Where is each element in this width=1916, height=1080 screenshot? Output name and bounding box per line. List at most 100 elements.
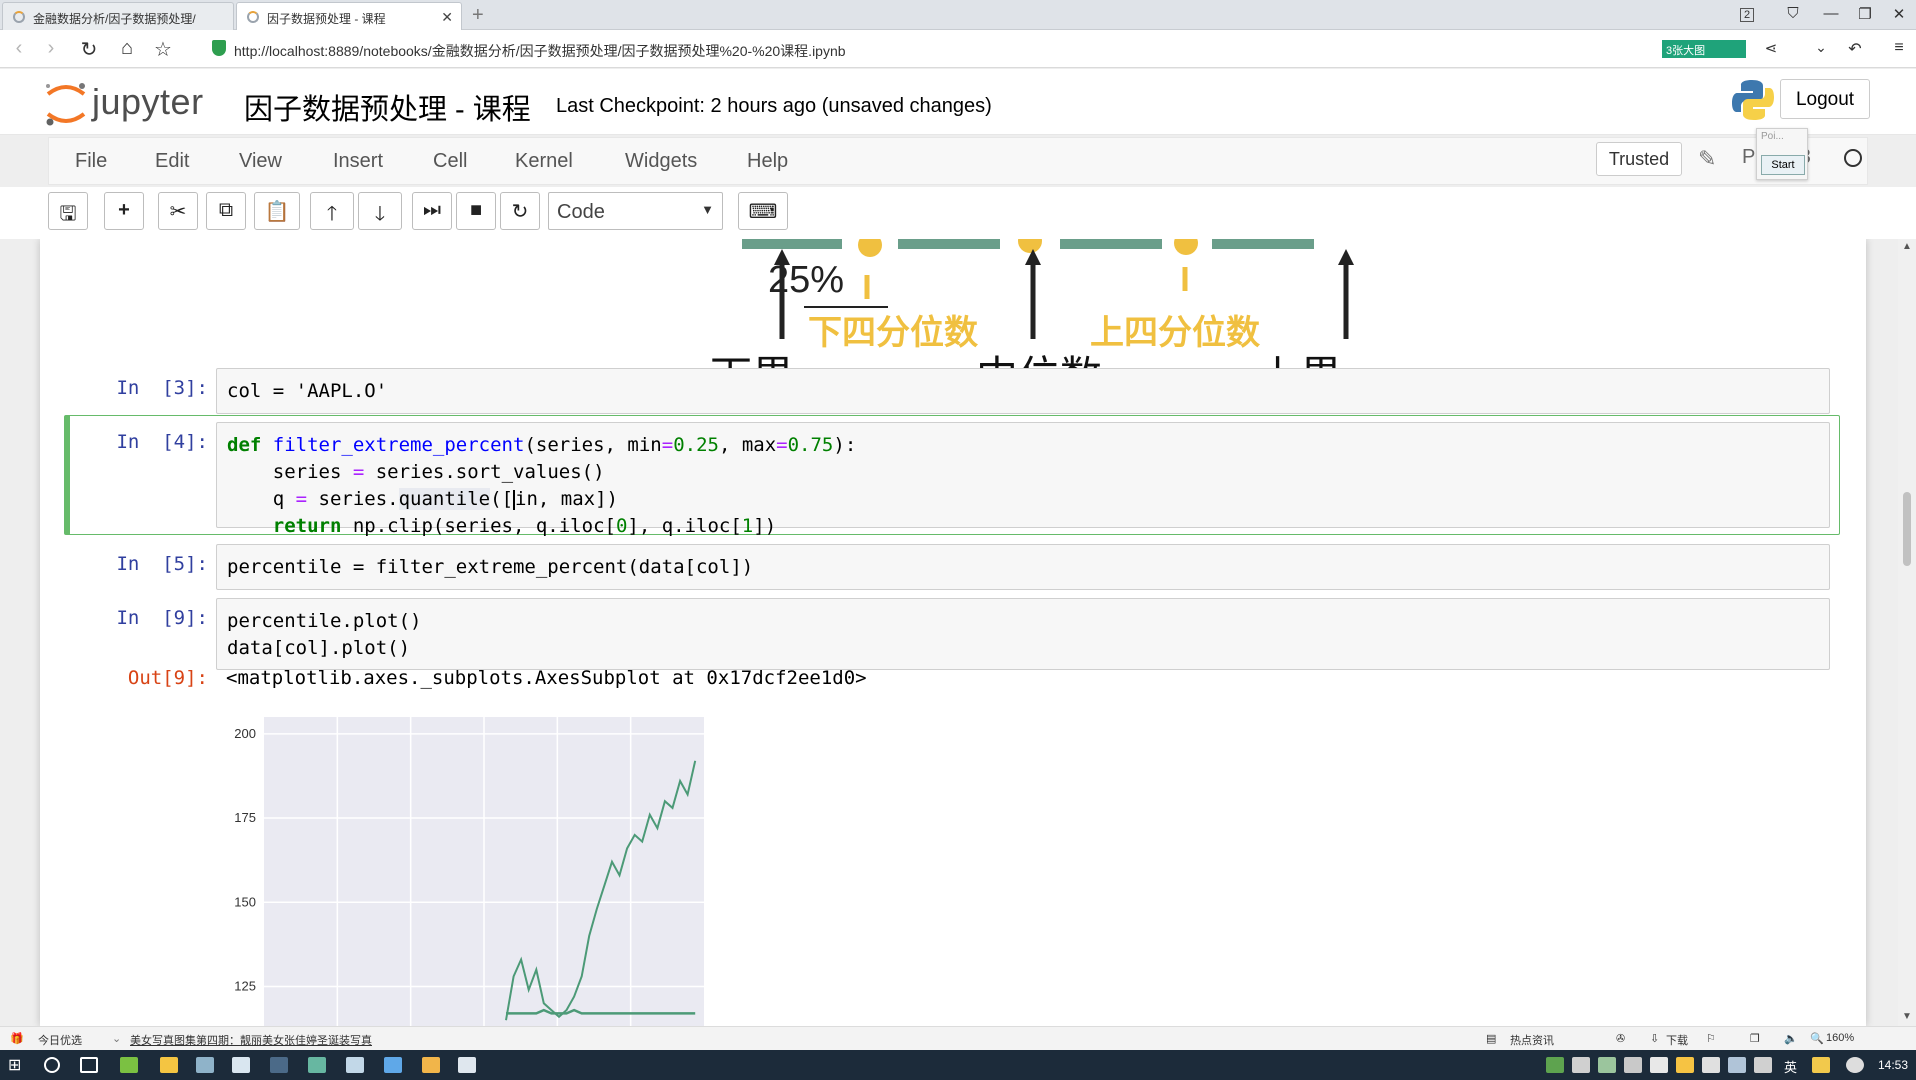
notebook-title[interactable]: 因子数据预处理 - 课程 [244, 86, 531, 128]
new-tab-icon[interactable]: + [472, 4, 484, 27]
keyboard-icon[interactable]: ⌨ [738, 192, 788, 230]
chevron-down-icon[interactable]: ⌄ [1808, 39, 1834, 56]
zoom-icon[interactable]: 🔍 [1810, 1032, 1824, 1045]
tray-icon[interactable] [1702, 1057, 1720, 1073]
menu-file[interactable]: File [75, 150, 107, 173]
code-cell-input[interactable]: def filter_extreme_percent(series, min=0… [216, 422, 1830, 537]
task-view-icon[interactable] [80, 1057, 98, 1073]
save-icon[interactable]: 🖫 [48, 192, 88, 230]
cell-type-select[interactable]: Code ▼ [548, 192, 723, 230]
tray-icon[interactable] [1846, 1057, 1864, 1073]
logout-button[interactable]: Logout [1780, 79, 1870, 119]
app-icon[interactable] [422, 1057, 440, 1073]
volume-icon[interactable] [1754, 1057, 1772, 1073]
download-icon[interactable]: ⇩ [1650, 1032, 1659, 1045]
image-badge[interactable]: 3张大图 [1662, 40, 1746, 58]
move-up-icon[interactable]: 🡑 [310, 192, 354, 230]
zoom-level[interactable]: 160% [1826, 1032, 1854, 1044]
python-logo [1732, 80, 1774, 120]
paste-icon[interactable]: 📋 [254, 192, 300, 230]
copy-icon[interactable]: ⧉ [206, 192, 246, 230]
download-label[interactable]: 下载 [1666, 1032, 1688, 1048]
menu-icon[interactable]: ≡ [1886, 39, 1912, 57]
browser-app-icon[interactable] [120, 1057, 138, 1073]
loading-icon [13, 11, 25, 23]
output-prompt: Out[9]: [127, 667, 208, 689]
app-icon[interactable] [270, 1057, 288, 1073]
trusted-indicator[interactable]: Trusted [1596, 142, 1682, 176]
cell-prompt: In [9]: [116, 607, 208, 629]
menu-view[interactable]: View [239, 150, 282, 173]
move-down-icon[interactable]: 🡓 [358, 192, 402, 230]
interrupt-icon[interactable]: ■ [456, 192, 496, 230]
url-field[interactable]: http://localhost:8889/notebooks/金融数据分析/因… [234, 41, 846, 61]
flag-icon[interactable]: ⚐ [1706, 1032, 1716, 1045]
today-picks[interactable]: 今日优选 [38, 1032, 82, 1048]
tray-icon[interactable] [1546, 1057, 1564, 1073]
box-segment [1060, 239, 1162, 249]
tray-icon[interactable] [1812, 1057, 1830, 1073]
tray-icon[interactable] [1624, 1057, 1642, 1073]
scroll-down-icon[interactable]: ▼ [1902, 1011, 1912, 1022]
cut-icon[interactable]: ✂ [158, 192, 198, 230]
cell-prompt: In [4]: [116, 431, 208, 453]
news-link[interactable]: 美女写真图集第四期：靓丽美女张佳婷圣诞装写真 [130, 1032, 372, 1048]
shirt-icon[interactable]: ⛉ [1780, 5, 1806, 22]
checkpoint-status: Last Checkpoint: 2 hours ago (unsaved ch… [556, 95, 992, 117]
share-icon[interactable]: ⋖ [1758, 39, 1784, 57]
tray-icon[interactable] [1650, 1057, 1668, 1073]
restore-icon[interactable]: ❐ [1852, 5, 1878, 23]
back-icon[interactable]: ‹ [6, 37, 32, 60]
close-window-icon[interactable]: ✕ [1886, 5, 1912, 23]
star-icon[interactable]: ☆ [150, 37, 176, 62]
undo-icon[interactable]: ↶ [1842, 39, 1868, 59]
scrollbar[interactable]: ▲ ▼ [1898, 239, 1916, 1026]
tray-icon[interactable] [1676, 1057, 1694, 1073]
app-icon[interactable] [308, 1057, 326, 1073]
code-cell-input[interactable]: percentile = filter_extreme_percent(data… [216, 544, 1830, 590]
windows-start-icon[interactable]: ⊞ [8, 1055, 26, 1074]
reload-icon[interactable]: ↻ [76, 37, 102, 62]
menu-cell[interactable]: Cell [433, 150, 467, 173]
sound-icon[interactable]: 🔈 [1784, 1032, 1798, 1045]
tray-icon[interactable] [1572, 1057, 1590, 1073]
app-icon[interactable] [346, 1057, 364, 1073]
menu-kernel[interactable]: Kernel [515, 150, 573, 173]
app-icon[interactable] [232, 1057, 250, 1073]
hot-news[interactable]: 热点资讯 [1510, 1032, 1554, 1048]
clock: 14:53 [1878, 1058, 1909, 1072]
chevron-down-icon: ⌄ [112, 1033, 122, 1045]
code-cell-input[interactable]: col = 'AAPL.O' [216, 368, 1830, 414]
tab-notebook-tree[interactable]: 金融数据分析/因子数据预处理/ [2, 2, 234, 30]
app-icon[interactable] [384, 1057, 402, 1073]
pin-icon[interactable]: ✇ [1616, 1032, 1625, 1045]
tab-notebook-course[interactable]: 因子数据预处理 - 课程 ✕ [236, 2, 462, 31]
tray-icon[interactable] [1598, 1057, 1616, 1073]
home-icon[interactable]: ⌂ [114, 37, 140, 60]
forward-icon[interactable]: › [38, 37, 64, 60]
menu-edit[interactable]: Edit [155, 150, 189, 173]
search-icon[interactable] [44, 1057, 60, 1073]
app-icon[interactable] [458, 1057, 476, 1073]
scroll-up-icon[interactable]: ▲ [1902, 241, 1912, 252]
folder-app-icon[interactable] [160, 1057, 178, 1073]
close-tab-icon[interactable]: ✕ [441, 9, 453, 26]
news-icon[interactable]: ▤ [1486, 1032, 1496, 1045]
minimize-icon[interactable]: — [1818, 5, 1844, 22]
code-cell-input[interactable]: percentile.plot() data[col].plot() [216, 598, 1830, 670]
popup-start-button[interactable]: Start [1761, 155, 1805, 175]
box-segment [898, 239, 1000, 249]
add-cell-icon[interactable]: + [104, 192, 144, 230]
menu-help[interactable]: Help [747, 150, 788, 173]
page-count-badge: 2 [1740, 8, 1754, 22]
menu-widgets[interactable]: Widgets [625, 150, 697, 173]
app-icon[interactable] [196, 1057, 214, 1073]
scroll-thumb[interactable] [1903, 492, 1911, 566]
window-icon[interactable]: ❐ [1750, 1032, 1760, 1045]
ime-indicator[interactable]: 英 [1784, 1057, 1797, 1076]
run-icon[interactable]: ⏭ [412, 192, 452, 230]
menu-insert[interactable]: Insert [333, 150, 383, 173]
windows-taskbar: ⊞ 英 14:53 [0, 1050, 1916, 1080]
network-icon[interactable] [1728, 1057, 1746, 1073]
restart-icon[interactable]: ↻ [500, 192, 540, 230]
